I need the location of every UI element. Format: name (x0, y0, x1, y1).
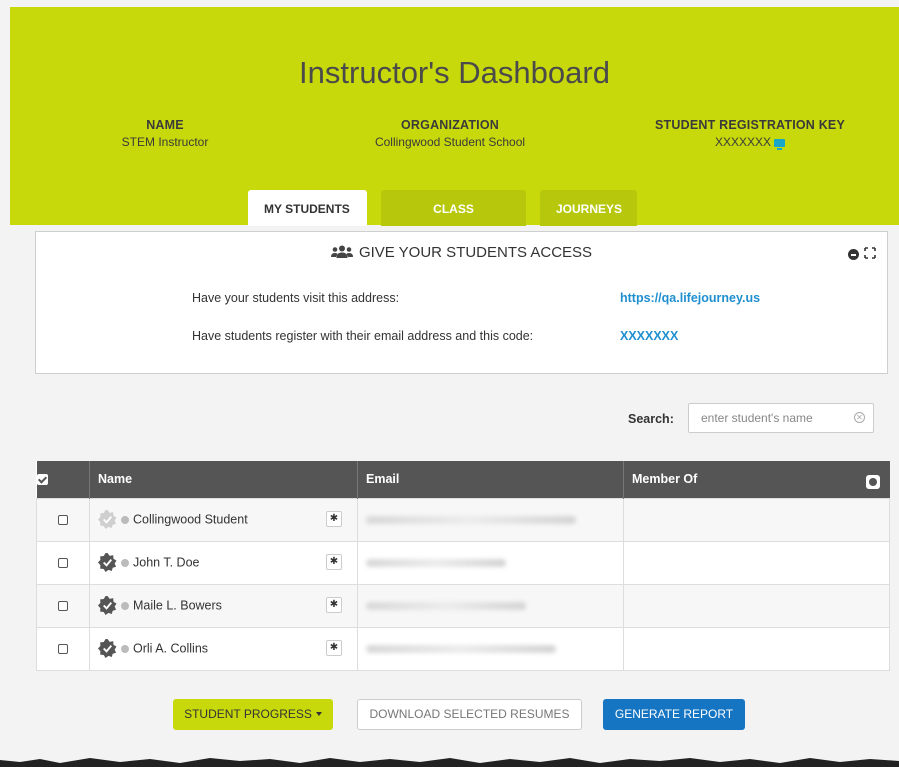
search-label: Search: (628, 412, 674, 426)
name-label: NAME (146, 118, 184, 132)
student-progress-dropdown-button[interactable]: STUDENT PROGRESS (173, 699, 333, 730)
page-title: Instructor's Dashboard (299, 55, 610, 90)
student-access-panel: GIVE YOUR STUDENTS ACCESS Have your stud… (35, 231, 888, 374)
student-search-input[interactable] (688, 403, 874, 433)
visit-address-label: Have your students visit this address: (192, 291, 400, 305)
tab-journeys[interactable]: JOURNEYS (540, 190, 637, 226)
blurred-email (366, 559, 506, 568)
column-header-email[interactable]: Email (357, 461, 624, 498)
users-icon (330, 245, 353, 258)
row-checkbox[interactable] (58, 601, 68, 612)
download-resumes-button[interactable]: DOWNLOAD SELECTED RESUMES (357, 699, 582, 730)
row-checkbox[interactable] (58, 558, 68, 569)
member-of-cell (623, 540, 890, 585)
badge-icon (98, 596, 117, 615)
expand-icon[interactable] (864, 247, 876, 259)
gear-icon[interactable]: ✱ (326, 510, 342, 527)
gear-icon[interactable]: ✱ (326, 639, 342, 656)
add-group-icon[interactable] (865, 475, 880, 489)
access-panel-title: GIVE YOUR STUDENTS ACCESS (36, 244, 887, 261)
table-row[interactable]: John T. Doe ✱ (36, 540, 890, 585)
caret-down-icon (315, 712, 322, 716)
select-all-header (36, 461, 90, 498)
student-email-cell (357, 626, 624, 671)
column-header-name[interactable]: Name (89, 461, 358, 498)
monitor-icon[interactable] (774, 139, 786, 150)
organization-label: ORGANIZATION (401, 118, 499, 132)
student-name-cell: Collingwood Student ✱ (89, 497, 358, 542)
badge-icon (98, 553, 117, 572)
row-select-cell (36, 583, 90, 628)
registration-key-block: STUDENT REGISTRATION KEY XXXXXXX (630, 118, 870, 150)
generate-report-button[interactable]: GENERATE REPORT (603, 699, 745, 730)
column-header-member-of[interactable]: Member Of (623, 461, 890, 498)
student-name[interactable]: Orli A. Collins (133, 642, 208, 656)
visit-address-link[interactable]: https://qa.lifejourney.us (620, 291, 760, 305)
member-of-cell (623, 583, 890, 628)
row-checkbox[interactable] (58, 644, 68, 655)
registration-key-value: XXXXXXX (714, 135, 772, 149)
collapse-icon[interactable] (848, 249, 859, 260)
row-checkbox[interactable] (58, 515, 68, 526)
student-name[interactable]: Maile L. Bowers (133, 599, 222, 613)
student-email-cell (357, 497, 624, 542)
student-progress-label: STUDENT PROGRESS (184, 707, 312, 721)
students-table: Name Email Member Of Collingwood Student… (36, 461, 890, 671)
instructor-name-block: NAME STEM Instructor (105, 118, 225, 149)
row-select-cell (36, 626, 90, 671)
student-name[interactable]: Collingwood Student (133, 513, 248, 527)
tab-my-students[interactable]: MY STUDENTS (248, 190, 367, 226)
table-row[interactable]: Collingwood Student ✱ (36, 497, 890, 542)
student-name-cell: Orli A. Collins ✱ (89, 626, 358, 671)
register-code-label: Have students register with their email … (192, 329, 534, 343)
gear-icon[interactable]: ✱ (326, 553, 342, 570)
organization-value: Collingwood Student School (374, 135, 526, 149)
member-of-cell (623, 626, 890, 671)
blurred-email (366, 602, 526, 611)
torn-edge-decoration (0, 758, 899, 767)
table-header-row: Name Email Member Of (36, 461, 890, 498)
student-email-cell (357, 540, 624, 585)
student-name[interactable]: John T. Doe (133, 556, 199, 570)
status-dot (121, 558, 129, 567)
member-of-cell (623, 497, 890, 542)
table-row[interactable]: Maile L. Bowers ✱ (36, 583, 890, 628)
badge-icon (98, 639, 117, 658)
status-dot (121, 515, 129, 524)
select-all-checkbox[interactable] (36, 474, 48, 486)
status-dot (121, 601, 129, 610)
organization-block: ORGANIZATION Collingwood Student School (340, 118, 560, 149)
gear-icon[interactable]: ✱ (326, 596, 342, 613)
student-email-cell (357, 583, 624, 628)
student-name-cell: Maile L. Bowers ✱ (89, 583, 358, 628)
register-code-value[interactable]: XXXXXXX (620, 329, 678, 343)
row-select-cell (36, 497, 90, 542)
blurred-email (366, 645, 556, 654)
member-of-label: Member Of (632, 472, 698, 487)
registration-key-value-wrap: XXXXXXX (630, 135, 870, 150)
badge-icon (98, 510, 117, 529)
row-select-cell (36, 540, 90, 585)
registration-key-label: STUDENT REGISTRATION KEY (655, 118, 845, 132)
table-row[interactable]: Orli A. Collins ✱ (36, 626, 890, 671)
status-dot (121, 644, 129, 653)
name-value: STEM Instructor (121, 135, 209, 149)
clear-search-icon[interactable]: ✕ (854, 412, 865, 423)
student-name-cell: John T. Doe ✱ (89, 540, 358, 585)
blurred-email (366, 516, 576, 525)
access-title-text: GIVE YOUR STUDENTS ACCESS (358, 244, 593, 261)
tab-class-materials[interactable]: CLASS MATERIALS (381, 190, 526, 254)
